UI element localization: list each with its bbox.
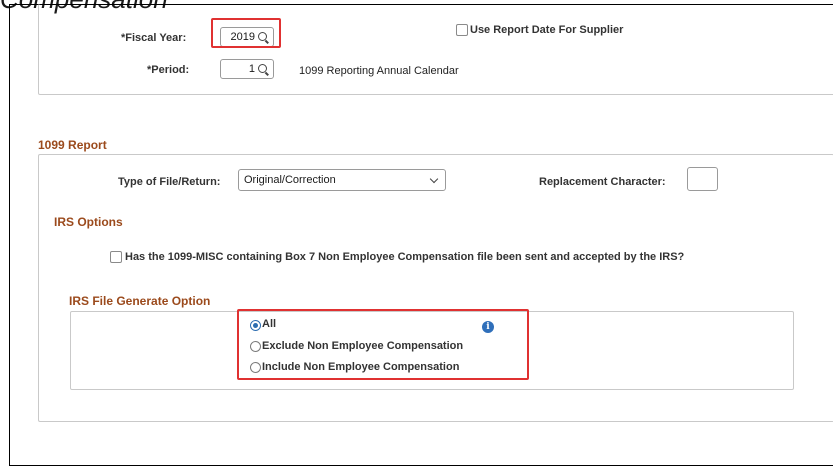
use-report-date-label: Use Report Date For Supplier (470, 24, 624, 36)
replacement-character-input[interactable] (687, 167, 718, 191)
use-report-date-checkbox[interactable] (456, 24, 468, 36)
irs-file-generate-title: IRS File Generate Option (69, 294, 211, 308)
section-irs-options: IRS Options (54, 215, 123, 229)
generate-options-highlight (237, 309, 529, 380)
section-1099-report: 1099 Report (38, 138, 107, 152)
misc-accepted-checkbox[interactable] (110, 251, 122, 263)
file-type-label: Type of File/Return: (118, 176, 221, 188)
search-icon[interactable] (258, 64, 267, 73)
fiscal-year-label: *Fiscal Year: (121, 32, 187, 44)
fiscal-year-highlight (211, 18, 281, 48)
criteria-panel (38, 4, 833, 95)
chevron-down-icon (429, 174, 439, 184)
misc-accepted-label: Has the 1099-MISC containing Box 7 Non E… (125, 251, 685, 263)
calendar-description: 1099 Reporting Annual Calendar (299, 65, 459, 77)
period-input[interactable]: 1 (220, 59, 274, 79)
file-type-value: Original/Correction (244, 174, 336, 186)
period-label: *Period: (147, 64, 190, 76)
file-type-select[interactable]: Original/Correction (238, 169, 446, 191)
period-value: 1 (248, 63, 255, 75)
replacement-character-label: Replacement Character: (539, 176, 666, 188)
